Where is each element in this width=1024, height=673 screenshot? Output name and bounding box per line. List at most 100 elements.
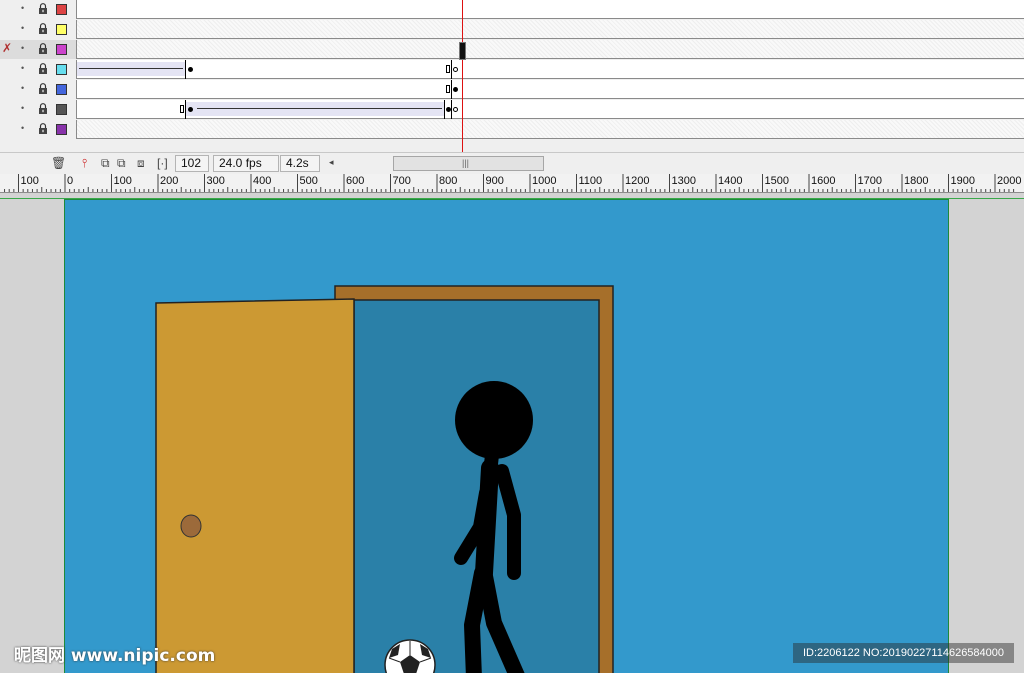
keyframe-divider: [451, 80, 452, 99]
motion-tween[interactable]: [77, 62, 185, 76]
ruler-label: 700: [392, 175, 411, 187]
figure-head[interactable]: [455, 381, 533, 459]
ruler-label: 1400: [718, 175, 743, 187]
keyframe-divider: [185, 60, 186, 79]
lock-icon[interactable]: [38, 123, 48, 134]
layer-color-swatch[interactable]: [56, 64, 67, 75]
blank-keyframe[interactable]: [453, 107, 458, 112]
horizontal-ruler: 100 0 100 200 300 400 500 600 700 800 900 1000 1100 1…: [0, 174, 1024, 193]
watermark-id: ID:2206122 NO:20190227114626584000: [793, 643, 1014, 663]
keyframe-divider: [444, 100, 445, 119]
door-knob[interactable]: [180, 514, 202, 538]
ruler-label: 1200: [625, 175, 650, 187]
scene-artwork[interactable]: [0, 193, 1024, 673]
ruler-label: 0: [67, 175, 74, 187]
keyframe[interactable]: [188, 107, 193, 112]
visibility-dot-icon[interactable]: •: [21, 24, 27, 33]
visibility-dot-icon[interactable]: •: [21, 64, 27, 73]
keyframe-end[interactable]: [446, 65, 450, 73]
scrollbar-grip-icon[interactable]: |||: [462, 159, 469, 168]
lock-icon[interactable]: [38, 103, 48, 114]
blank-keyframe[interactable]: [453, 67, 458, 72]
layer-color-swatch[interactable]: [56, 44, 67, 55]
ruler-label: 1300: [671, 175, 696, 187]
modify-onion-markers-icon[interactable]: [·]: [157, 157, 168, 169]
layer-row[interactable]: •: [0, 120, 76, 139]
keyframe-divider: [451, 100, 452, 119]
layer-row[interactable]: •: [0, 80, 76, 99]
timeline-footer: 🗑 ⫯ ⧉ ⧉ ⧈ [·] 102 24.0 fps 4.2s ◂ |||: [0, 152, 1024, 174]
layer-color-swatch[interactable]: [56, 24, 67, 35]
ruler-label: 2000: [997, 175, 1022, 187]
ruler-label: 1700: [857, 175, 882, 187]
scroll-left-arrow-icon[interactable]: ◂: [329, 158, 334, 167]
frame-rate-field[interactable]: 24.0 fps: [213, 155, 279, 172]
frames-row-4[interactable]: [76, 60, 1024, 79]
ruler-label: 500: [299, 175, 318, 187]
frames-row-5[interactable]: [76, 80, 1024, 99]
layer-color-swatch[interactable]: [56, 124, 67, 135]
workspace[interactable]: [0, 193, 1024, 673]
keyframe-end[interactable]: [446, 85, 450, 93]
ruler-label: 1500: [764, 175, 789, 187]
ruler-label: 400: [253, 175, 272, 187]
visibility-dot-icon[interactable]: •: [21, 4, 27, 13]
onion-skin-outlines-icon[interactable]: ⧉: [117, 157, 126, 169]
ruler-label: 600: [346, 175, 365, 187]
tween-arrow: [197, 108, 442, 109]
layer-row[interactable]: •: [0, 20, 76, 39]
lock-icon[interactable]: [38, 43, 48, 54]
elapsed-time-field: 4.2s: [280, 155, 320, 172]
layer-row[interactable]: •: [0, 60, 76, 79]
horizontal-scrollbar[interactable]: |||: [393, 156, 544, 171]
frames-row-2[interactable]: [76, 20, 1024, 39]
layer-row[interactable]: ✗ •: [0, 40, 76, 59]
lock-icon[interactable]: [38, 23, 48, 34]
playhead-line[interactable]: [462, 0, 463, 154]
keyframe[interactable]: [453, 87, 458, 92]
visibility-dot-icon[interactable]: •: [21, 124, 27, 133]
layer-color-swatch[interactable]: [56, 4, 67, 15]
figure-front-leg: [464, 565, 490, 673]
playhead-marker[interactable]: [459, 42, 466, 60]
frames-row-1[interactable]: [76, 0, 1024, 19]
ruler-label: 900: [485, 175, 504, 187]
ruler-label: 300: [206, 175, 225, 187]
timeline-panel: • • ✗ • • • • • 🗑 ⫯ ⧉ ⧉ ⧈ [·] 102 24.0 f…: [0, 0, 1024, 174]
layer-row[interactable]: •: [0, 100, 76, 119]
ruler-label: 1600: [811, 175, 836, 187]
center-frame-icon[interactable]: ⫯: [82, 157, 87, 169]
frames-row-7[interactable]: [76, 120, 1024, 139]
trash-icon[interactable]: 🗑: [51, 157, 66, 169]
ruler-label: 100: [113, 175, 132, 187]
ruler-label: 1100: [578, 175, 603, 187]
ruler-label: 1800: [904, 175, 929, 187]
pencil-edit-icon: ✗: [2, 41, 13, 55]
keyframe[interactable]: [188, 67, 193, 72]
keyframe-divider: [451, 60, 452, 79]
ruler-label: 100: [20, 175, 39, 187]
open-door[interactable]: [155, 298, 355, 673]
layer-row[interactable]: •: [0, 0, 76, 19]
visibility-dot-icon[interactable]: •: [21, 84, 27, 93]
visibility-dot-icon[interactable]: •: [21, 44, 27, 53]
tween-arrow: [79, 68, 183, 69]
layer-color-swatch[interactable]: [56, 84, 67, 95]
onion-skin-icon[interactable]: ⧉: [101, 157, 110, 169]
ruler-label: 200: [160, 175, 179, 187]
watermark-logo: 昵图网 www.nipic.com: [14, 646, 216, 666]
lock-icon[interactable]: [38, 83, 48, 94]
visibility-dot-icon[interactable]: •: [21, 104, 27, 113]
lock-icon[interactable]: [38, 63, 48, 74]
ruler-label: 800: [439, 175, 458, 187]
motion-tween[interactable]: [186, 102, 444, 116]
ruler-label: 1000: [532, 175, 557, 187]
ruler-label: 1900: [950, 175, 975, 187]
lock-icon[interactable]: [38, 3, 48, 14]
edit-multiple-frames-icon[interactable]: ⧈: [137, 157, 145, 169]
layer-color-swatch[interactable]: [56, 104, 67, 115]
keyframe-end[interactable]: [180, 105, 184, 113]
frames-row-6[interactable]: [76, 100, 1024, 119]
current-frame-field[interactable]: 102: [175, 155, 209, 172]
frames-row-3[interactable]: [76, 40, 1024, 59]
